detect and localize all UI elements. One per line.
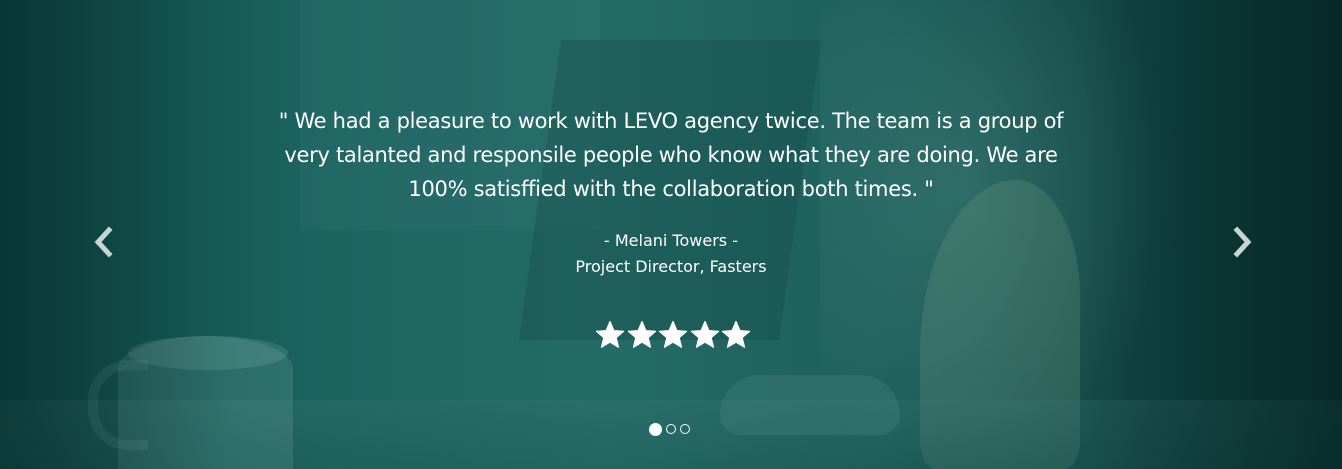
testimonial-content: " We had a pleasure to work with LEVO ag…: [0, 0, 1342, 469]
chevron-left-icon: [94, 226, 113, 258]
prev-slide-button[interactable]: [89, 226, 119, 258]
slide-indicators: [649, 422, 697, 436]
testimonial-quote: " We had a pleasure to work with LEVO ag…: [278, 109, 1064, 201]
chevron-right-icon: [1233, 226, 1252, 258]
slide-indicator-dot-2[interactable]: [666, 424, 676, 434]
author-name: - Melani Towers -: [604, 231, 738, 250]
star-icon: [658, 320, 688, 350]
star-icon: [721, 320, 751, 350]
author-title: Project Director, Fasters: [575, 257, 767, 276]
testimonial-slider: " We had a pleasure to work with LEVO ag…: [0, 0, 1342, 469]
star-icon: [627, 320, 657, 350]
star-rating: [595, 320, 751, 354]
star-icon: [690, 320, 720, 350]
next-slide-button[interactable]: [1227, 226, 1257, 258]
star-icon: [595, 320, 625, 350]
slide-indicator-dot-1[interactable]: [649, 422, 662, 436]
slide-indicator-dot-3[interactable]: [680, 424, 690, 434]
testimonial-author: - Melani Towers - Project Director, Fast…: [471, 228, 871, 280]
